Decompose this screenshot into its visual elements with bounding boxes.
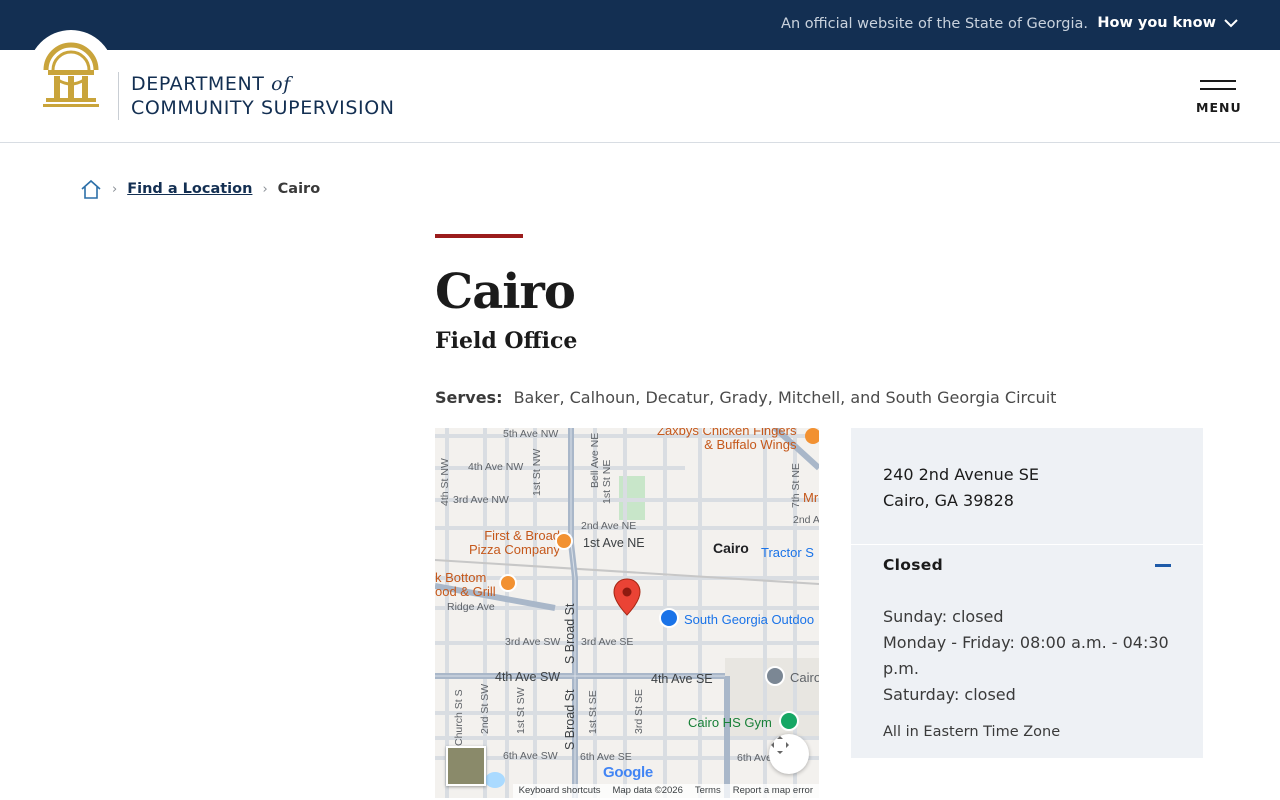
restaurant-icon[interactable] — [499, 574, 517, 592]
map-label-street: 1st St SE — [587, 690, 599, 734]
map-label-street: 7th St NE — [790, 463, 802, 508]
location-map[interactable]: 5th Ave NW 4th Ave NW 3rd Ave NW 2nd Ave… — [435, 428, 819, 798]
site-header: DEPARTMENT of COMMUNITY SUPERVISION MENU — [0, 30, 1280, 143]
map-label-street: S Broad St — [563, 603, 577, 664]
shopping-icon[interactable] — [659, 608, 679, 628]
poi-tractor[interactable]: Tractor S — [761, 545, 814, 560]
poi-mr[interactable]: Mr — [803, 490, 818, 505]
location-pin-icon[interactable] — [613, 578, 641, 616]
address: 240 2nd Avenue SE Cairo, GA 39828 — [883, 462, 1039, 514]
poi-first-broad[interactable]: First & Broad Pizza Company — [469, 529, 560, 557]
map-label-street: 2nd St SW — [479, 683, 491, 734]
poi-k-bottom[interactable]: k Bottom ood & Grill — [435, 571, 496, 599]
satellite-toggle[interactable] — [446, 746, 486, 786]
map-label-street: 3rd Ave SE — [581, 636, 634, 648]
how-you-know-label: How you know — [1097, 15, 1216, 31]
poi-cairo-school[interactable]: Cairo — [790, 670, 819, 685]
timezone-note: All in Eastern Time Zone — [883, 724, 1061, 740]
breadcrumb: › Find a Location › Cairo — [80, 178, 320, 200]
how-you-know-button[interactable]: How you know — [1097, 15, 1238, 31]
page-subtitle: Field Office — [435, 328, 578, 354]
map-label-street: 2nd Ave — [793, 514, 819, 526]
map-label-city: Cairo — [713, 540, 749, 556]
map-label-street: 6th Ave SE — [580, 751, 632, 763]
official-site-text: An official website of the State of Geor… — [781, 16, 1088, 32]
map-label-street: 1st St NW — [531, 448, 543, 496]
logo-divider — [118, 72, 119, 120]
map-label-street: Bell Ave NE — [589, 432, 601, 488]
map-label-street: 1st Ave NE — [583, 536, 645, 550]
hours-list: Sunday: closed Monday - Friday: 08:00 a.… — [883, 604, 1183, 708]
seal-icon — [43, 42, 99, 107]
map-label-street: 4th Ave SE — [651, 672, 713, 686]
map-label-street: Ridge Ave — [447, 601, 495, 613]
gov-banner: An official website of the State of Geor… — [0, 0, 1280, 50]
map-data-text: Map data ©2026 — [606, 784, 689, 798]
map-label-street: 6th Ave — [737, 752, 772, 764]
breadcrumb-find-location[interactable]: Find a Location — [127, 181, 252, 197]
card-divider — [851, 544, 1203, 545]
poi-south-georgia[interactable]: South Georgia Outdoo — [684, 612, 814, 627]
map-label-street: 4th Ave NW — [468, 461, 524, 473]
page-title: Cairo — [435, 264, 576, 320]
fullscreen-button[interactable] — [769, 734, 809, 774]
restaurant-icon[interactable] — [555, 532, 573, 550]
chevron-right-icon: › — [112, 181, 118, 197]
report-error-link[interactable]: Report a map error — [726, 784, 819, 798]
hours-item: Sunday: closed — [883, 607, 1004, 626]
map-footer: Keyboard shortcuts Map data ©2026 Terms … — [435, 784, 819, 798]
breadcrumb-current: Cairo — [277, 181, 321, 197]
location-info-card: 240 2nd Avenue SE Cairo, GA 39828 Closed… — [851, 428, 1203, 758]
hours-item: Monday - Friday: 08:00 a.m. - 04:30 p.m. — [883, 633, 1169, 678]
map-label-street: 1st St NE — [601, 459, 613, 504]
menu-label: MENU — [1196, 100, 1242, 115]
address-line1: 240 2nd Avenue SE — [883, 465, 1039, 484]
google-logo: Google — [603, 764, 653, 781]
keyboard-shortcuts-link[interactable]: Keyboard shortcuts — [512, 784, 607, 798]
terms-link[interactable]: Terms — [688, 784, 727, 798]
serves-label: Serves: — [435, 388, 503, 407]
map-label-street: 6th Ave SW — [503, 750, 558, 762]
map-label-street: 3rd Ave NW — [453, 494, 509, 506]
agency-of: of — [271, 73, 291, 95]
chevron-right-icon: › — [262, 181, 268, 197]
map-label-street: 2nd Ave NE — [581, 520, 637, 532]
hamburger-icon — [1200, 80, 1236, 82]
serves-value: Baker, Calhoun, Decatur, Grady, Mitchell… — [513, 388, 1057, 407]
restaurant-icon[interactable] — [805, 428, 819, 444]
serves-row: Serves: Baker, Calhoun, Decatur, Grady, … — [435, 388, 1056, 407]
map-label-street: Church St S — [453, 689, 465, 746]
title-accent-bar — [435, 234, 523, 238]
hamburger-icon-bar — [1200, 88, 1236, 90]
agency-line1: DEPARTMENT — [131, 73, 265, 95]
map-label-street: 4th Ave SW — [495, 670, 561, 684]
agency-line2: COMMUNITY SUPERVISION — [131, 97, 395, 119]
hours-accordion-toggle[interactable]: Closed — [883, 556, 1171, 578]
home-icon[interactable] — [80, 178, 102, 200]
menu-button[interactable]: MENU — [1196, 80, 1242, 115]
map-label-street: 5th Ave NW — [503, 428, 559, 440]
georgia-seal-logo[interactable] — [28, 30, 114, 116]
map-label-street: 4th St NW — [439, 458, 451, 506]
school-icon[interactable] — [765, 666, 785, 686]
poi-zaxbys[interactable]: Zaxbys Chicken Fingers & Buffalo Wings — [657, 428, 796, 452]
chevron-down-icon — [1224, 18, 1238, 27]
agency-name[interactable]: DEPARTMENT of COMMUNITY SUPERVISION — [131, 72, 395, 120]
status-badge: Closed — [883, 556, 943, 574]
map-label-street: S Broad St — [563, 689, 577, 750]
hours-item: Saturday: closed — [883, 685, 1016, 704]
minus-icon — [1155, 564, 1171, 567]
address-line2: Cairo, GA 39828 — [883, 491, 1014, 510]
map-label-street: 3rd Ave SW — [505, 636, 561, 648]
map-label-street: 1st St SW — [515, 687, 527, 734]
fullscreen-icon — [771, 736, 789, 754]
map-label-street: 3rd St SE — [633, 689, 645, 734]
poi-cairo-gym[interactable]: Cairo HS Gym — [688, 715, 772, 730]
gym-icon[interactable] — [779, 711, 799, 731]
